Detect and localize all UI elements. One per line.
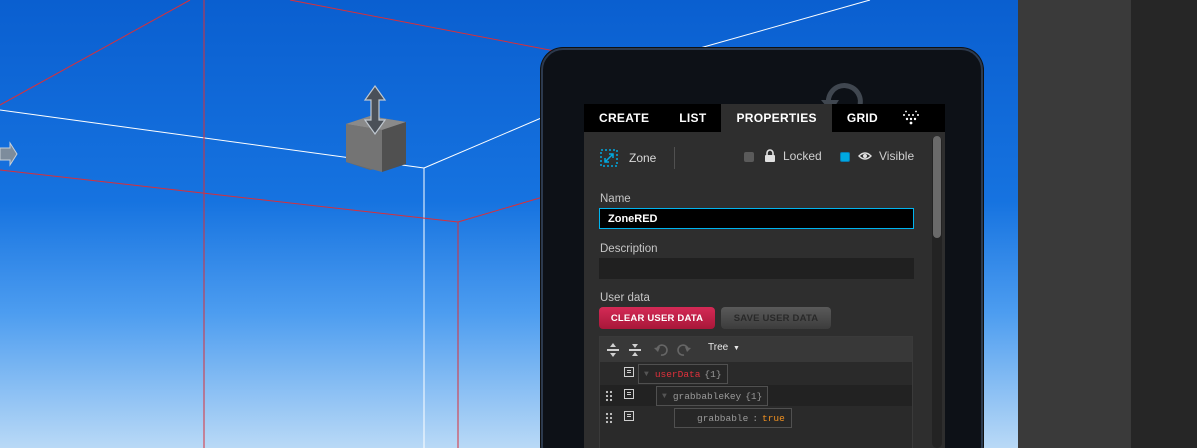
scrollbar-thumb[interactable] <box>933 136 941 238</box>
divider <box>674 147 675 169</box>
tree-row-userdata: ▼ userData {1} <box>600 363 912 384</box>
node-key: grabbable <box>697 412 749 424</box>
tab-list[interactable]: LIST <box>664 104 721 132</box>
name-label: Name <box>600 193 631 205</box>
drag-handle-icon[interactable] <box>605 412 613 424</box>
collapse-all-icon[interactable] <box>627 342 643 358</box>
visible-label: Visible <box>879 149 915 163</box>
expand-caret-icon[interactable]: ▼ <box>644 370 649 379</box>
entity-header: Zone Locked Visible <box>584 132 930 182</box>
wire-red-top <box>289 0 561 53</box>
context-menu-button[interactable] <box>624 367 634 377</box>
clear-user-data-button[interactable]: CLEAR USER DATA <box>599 307 715 329</box>
context-menu-button[interactable] <box>624 411 634 421</box>
wire-red-mid <box>0 169 459 223</box>
lock-icon <box>765 149 775 162</box>
node-key: userData <box>654 368 701 380</box>
tab-properties[interactable]: PROPERTIES <box>721 104 832 132</box>
context-menu-button[interactable] <box>624 389 634 399</box>
tab-create[interactable]: CREATE <box>584 104 664 132</box>
tree-node[interactable]: ▼ grabbableKey {1} <box>656 386 769 406</box>
chevron-down-icon: ▼ <box>732 345 740 352</box>
wire-white-top-right <box>423 109 561 169</box>
tree-node[interactable]: ▼ userData {1} <box>638 364 728 384</box>
zone-icon <box>600 149 618 167</box>
tab-particles[interactable] <box>893 104 935 132</box>
name-input[interactable] <box>599 208 914 229</box>
tab-grid[interactable]: GRID <box>832 104 893 132</box>
mode-select[interactable]: Tree ▼ <box>708 342 740 353</box>
panel-scrollbar[interactable] <box>932 136 942 448</box>
expand-all-icon[interactable] <box>605 342 621 358</box>
node-count: {1} <box>745 390 763 402</box>
mode-select-value: Tree <box>708 342 729 353</box>
right-gutter <box>1018 0 1131 448</box>
tab-bar: CREATE LIST PROPERTIES GRID <box>584 104 945 132</box>
node-value[interactable]: true <box>762 413 785 424</box>
tree-row-grabbablekey: ▼ grabbableKey {1} <box>600 385 912 406</box>
wire-white-far <box>699 0 871 49</box>
wire-red-top-left <box>0 0 191 106</box>
redo-icon[interactable] <box>676 342 692 358</box>
undo-icon[interactable] <box>653 342 669 358</box>
tree-node[interactable]: grabbable : true <box>674 408 792 428</box>
rotate-handle-icon[interactable] <box>0 140 20 170</box>
expand-caret-icon[interactable]: ▼ <box>662 392 667 401</box>
right-edge <box>1131 0 1197 448</box>
locked-label: Locked <box>783 149 822 163</box>
json-editor: Tree ▼ ▼ userData {1} ▼ grabbableKey {1}… <box>599 336 913 448</box>
save-user-data-button[interactable]: SAVE USER DATA <box>721 307 831 329</box>
entity-type-label: Zone <box>629 151 657 165</box>
description-label: Description <box>600 243 658 255</box>
visible-checkbox[interactable] <box>840 152 850 162</box>
node-count: {1} <box>704 368 722 380</box>
node-key: grabbableKey <box>672 390 742 402</box>
user-data-label: User data <box>600 292 650 304</box>
properties-panel: CREATE LIST PROPERTIES GRID Zone Locked <box>584 104 945 448</box>
description-input[interactable] <box>599 258 914 279</box>
translate-handle-icon[interactable] <box>340 84 412 176</box>
node-colon: : <box>752 412 759 424</box>
eye-icon <box>858 152 872 160</box>
json-editor-toolbar: Tree ▼ <box>600 337 912 362</box>
particles-icon <box>903 110 920 125</box>
drag-handle-icon[interactable] <box>605 390 613 402</box>
tree-row-grabbable: grabbable : true <box>600 407 912 428</box>
locked-checkbox[interactable] <box>744 152 754 162</box>
